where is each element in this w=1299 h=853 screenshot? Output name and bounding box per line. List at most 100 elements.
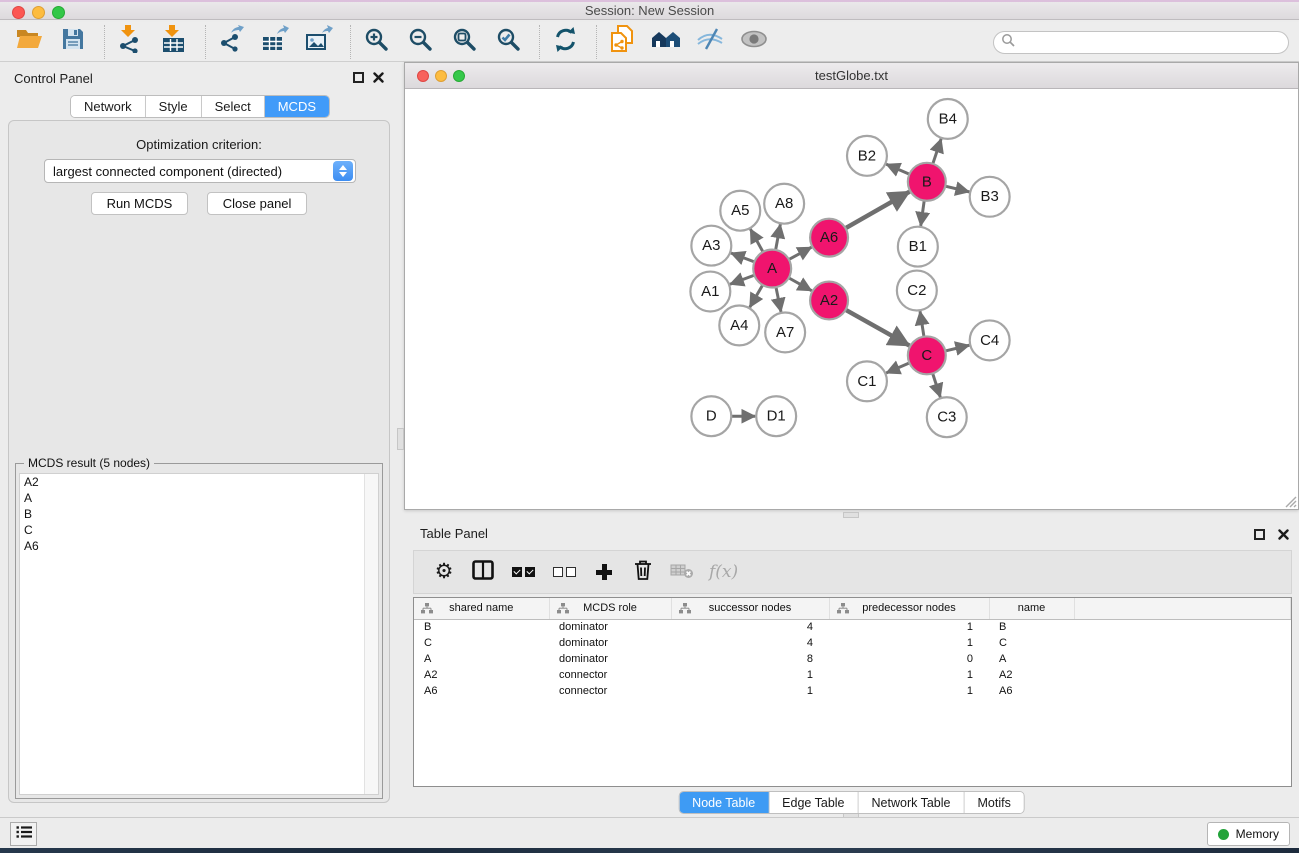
edge-A-A3[interactable]	[731, 253, 756, 263]
edge-C-C4[interactable]	[943, 345, 969, 351]
cell-shared-name[interactable]: B	[414, 619, 549, 635]
column-header-mcds-role[interactable]: MCDS role	[549, 598, 671, 619]
table-options-button[interactable]: ⚙	[432, 559, 456, 585]
cell-predecessor-nodes[interactable]: 0	[829, 651, 989, 667]
delete-entry-button[interactable]	[631, 559, 655, 585]
graph-node-C3[interactable]: C3	[927, 397, 967, 437]
graph-node-C1[interactable]: C1	[847, 361, 887, 401]
deselect-all-button[interactable]	[551, 559, 577, 585]
refresh-view-button[interactable]	[550, 27, 580, 57]
edge-A-A6[interactable]	[787, 247, 811, 260]
result-item-a6[interactable]: A6	[20, 538, 378, 554]
cell-mcds-role[interactable]: dominator	[549, 651, 671, 667]
mcds-result-list[interactable]: A2ABCA6	[19, 473, 379, 795]
export-table-button[interactable]	[260, 27, 290, 57]
cell-name[interactable]: B	[989, 619, 1074, 635]
criterion-dropdown[interactable]: largest connected component (directed)	[44, 159, 356, 183]
graph-node-A2[interactable]: A2	[810, 282, 848, 320]
open-network-files-button[interactable]	[607, 27, 637, 57]
graph-node-A[interactable]: A	[753, 250, 791, 288]
vertical-splitter-handle[interactable]	[397, 428, 404, 450]
tab-select[interactable]: Select	[202, 96, 265, 117]
edge-B-B3[interactable]	[943, 186, 969, 192]
minimize-window-button[interactable]	[32, 6, 45, 19]
result-item-a2[interactable]: A2	[20, 474, 378, 490]
graph-node-D[interactable]: D	[691, 396, 731, 436]
cell-shared-name[interactable]: A	[414, 651, 549, 667]
graph-node-B[interactable]: B	[908, 163, 946, 201]
network-canvas[interactable]: B4B2BB3B1A5A8A3A6AA1A4A7A2C2CC4C1C3DD1	[405, 89, 1298, 509]
network-zoom-button[interactable]	[453, 70, 465, 82]
graph-node-A6[interactable]: A6	[810, 219, 848, 257]
cell-shared-name[interactable]: C	[414, 635, 549, 651]
column-header-shared-name[interactable]: shared name	[414, 598, 549, 619]
graph-node-B4[interactable]: B4	[928, 99, 968, 139]
edge-B-B1[interactable]	[921, 199, 925, 226]
edge-A-A7[interactable]	[776, 285, 781, 312]
close-table-panel-icon[interactable]	[1278, 529, 1289, 540]
first-neighbors-button[interactable]	[651, 27, 681, 57]
graph-node-A1[interactable]: A1	[690, 272, 730, 312]
table-row-b[interactable]: Bdominator41B	[414, 619, 1291, 635]
cell-shared-name[interactable]: A6	[414, 683, 549, 699]
close-window-button[interactable]	[12, 6, 25, 19]
graph-node-C[interactable]: C	[908, 336, 946, 374]
run-mcds-button[interactable]: Run MCDS	[91, 192, 189, 215]
graph-node-C4[interactable]: C4	[970, 320, 1010, 360]
graph-node-A4[interactable]: A4	[719, 305, 759, 345]
column-header-successor-nodes[interactable]: successor nodes	[671, 598, 829, 619]
table-row-a[interactable]: Adominator80A	[414, 651, 1291, 667]
cell-predecessor-nodes[interactable]: 1	[829, 667, 989, 683]
edge-A-A8[interactable]	[775, 224, 780, 252]
tab-node-table[interactable]: Node Table	[679, 792, 769, 813]
tab-mcds[interactable]: MCDS	[265, 96, 329, 117]
cell-mcds-role[interactable]: dominator	[549, 635, 671, 651]
edge-A-A1[interactable]	[730, 274, 756, 284]
cell-predecessor-nodes[interactable]: 1	[829, 619, 989, 635]
window-resize-grip[interactable]	[1282, 493, 1297, 508]
zoom-window-button[interactable]	[52, 6, 65, 19]
tab-network-table[interactable]: Network Table	[859, 792, 965, 813]
edge-B-B4[interactable]	[932, 139, 941, 166]
graph-node-C2[interactable]: C2	[897, 271, 937, 311]
task-history-button[interactable]	[10, 822, 37, 846]
cell-mcds-role[interactable]: connector	[549, 683, 671, 699]
add-entry-button[interactable]	[592, 559, 616, 585]
result-item-b[interactable]: B	[20, 506, 378, 522]
edge-A-A2[interactable]	[787, 277, 812, 291]
cell-successor-nodes[interactable]: 8	[671, 651, 829, 667]
tab-style[interactable]: Style	[146, 96, 202, 117]
table-row-a2[interactable]: A2connector11A2	[414, 667, 1291, 683]
edge-C-C2[interactable]	[920, 311, 924, 338]
float-panel-icon[interactable]	[353, 72, 364, 83]
table-row-a6[interactable]: A6connector11A6	[414, 683, 1291, 699]
graph-node-D1[interactable]: D1	[756, 396, 796, 436]
cell-name[interactable]: C	[989, 635, 1074, 651]
zoom-in-button[interactable]	[361, 27, 391, 57]
export-image-button[interactable]	[304, 27, 334, 57]
cell-successor-nodes[interactable]: 1	[671, 683, 829, 699]
search-input[interactable]	[1015, 36, 1288, 50]
cell-successor-nodes[interactable]: 4	[671, 619, 829, 635]
edge-A6-B[interactable]	[844, 192, 910, 230]
float-table-panel-icon[interactable]	[1254, 529, 1265, 540]
open-session-button[interactable]	[14, 27, 44, 57]
edge-C-C3[interactable]	[932, 372, 940, 398]
result-item-c[interactable]: C	[20, 522, 378, 538]
result-item-a[interactable]: A	[20, 490, 378, 506]
edge-A2-C[interactable]	[844, 309, 910, 346]
cell-mcds-role[interactable]: connector	[549, 667, 671, 683]
network-minimize-button[interactable]	[435, 70, 447, 82]
cell-name[interactable]: A	[989, 651, 1074, 667]
result-list-scrollbar[interactable]	[364, 474, 378, 794]
zoom-fit-button[interactable]	[449, 27, 479, 57]
tab-edge-table[interactable]: Edge Table	[769, 792, 858, 813]
zoom-selected-button[interactable]	[493, 27, 523, 57]
cell-successor-nodes[interactable]: 4	[671, 635, 829, 651]
export-network-button[interactable]	[216, 27, 246, 57]
select-all-button[interactable]	[510, 559, 536, 585]
cell-successor-nodes[interactable]: 1	[671, 667, 829, 683]
graph-node-B3[interactable]: B3	[970, 177, 1010, 217]
graph-node-A8[interactable]: A8	[764, 184, 804, 224]
graph-node-B2[interactable]: B2	[847, 136, 887, 176]
